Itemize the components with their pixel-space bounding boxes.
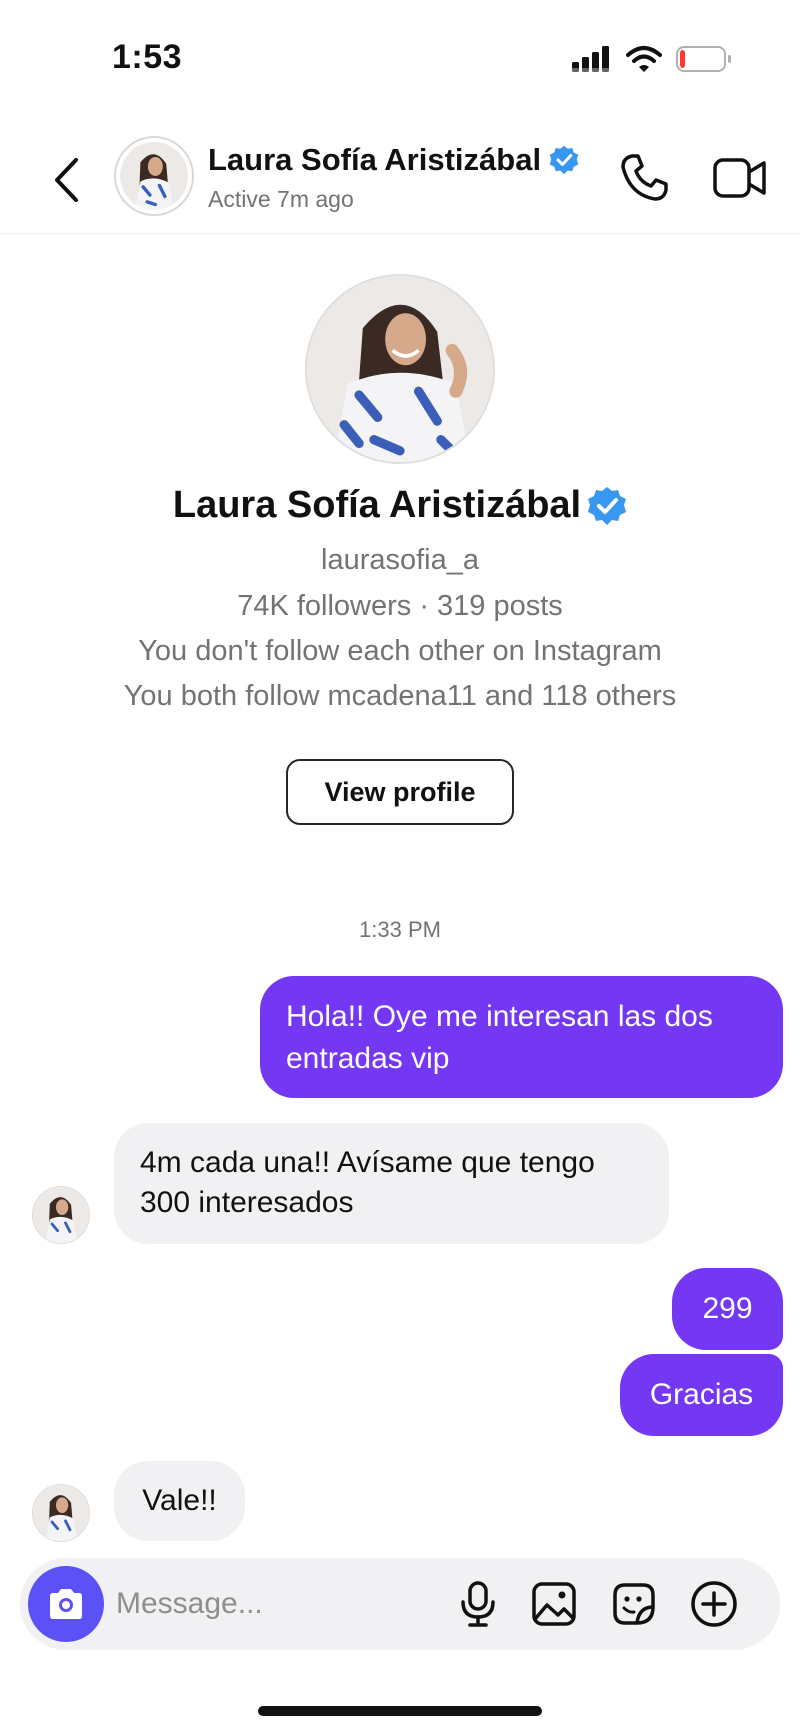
status-time: 1:53 [112, 38, 183, 76]
header-title[interactable]: Laura Sofía Aristizábal [208, 142, 579, 178]
camera-button[interactable] [28, 1566, 104, 1642]
voice-message-button[interactable] [452, 1578, 504, 1630]
sticker-icon [613, 1583, 655, 1625]
more-options-button[interactable] [688, 1578, 740, 1630]
profile-avatar[interactable] [305, 274, 495, 464]
view-profile-button[interactable]: View profile [286, 759, 514, 825]
gallery-button[interactable] [528, 1578, 580, 1630]
image-icon [532, 1582, 576, 1626]
mutual-followers: You both follow mcadena11 and 118 others [123, 680, 677, 712]
wifi-icon [626, 46, 662, 72]
message-bubble-incoming[interactable]: 4m cada una!! Avísame que tengo 300 inte… [114, 1123, 669, 1244]
message-bubble-outgoing[interactable]: Gracias [620, 1354, 783, 1436]
battery-low-icon [676, 46, 731, 72]
header-avatar[interactable] [114, 136, 194, 216]
verified-badge-icon [588, 486, 627, 525]
video-call-button[interactable] [712, 154, 768, 202]
profile-photo [33, 1187, 89, 1243]
message-bubble-outgoing[interactable]: 299 [672, 1268, 783, 1350]
status-bar: 1:53 [0, 0, 800, 110]
home-indicator [258, 1706, 542, 1716]
sticker-button[interactable] [608, 1578, 660, 1630]
message-input[interactable] [116, 1574, 446, 1634]
verified-badge-icon [549, 145, 579, 175]
video-camera-icon [713, 158, 766, 198]
chat-header: Laura Sofía Aristizábal Active 7m ago [0, 130, 800, 234]
profile-photo [120, 142, 188, 210]
profile-name-row: Laura Sofía Aristizábal [0, 484, 800, 527]
sender-avatar[interactable] [32, 1186, 90, 1244]
message-bubble-incoming[interactable]: Vale!! [114, 1461, 245, 1541]
profile-stats: 74K followers · 319 posts [237, 590, 563, 622]
profile-photo [307, 276, 493, 462]
plus-circle-icon [691, 1581, 737, 1627]
audio-call-button[interactable] [618, 152, 670, 204]
cellular-signal-icon [572, 46, 609, 72]
profile-username: laurasofia_a [321, 544, 479, 576]
microphone-icon [461, 1581, 495, 1627]
message-bubble-outgoing[interactable]: Hola!! Oye me interesan las dos entradas… [260, 976, 783, 1098]
sender-avatar[interactable] [32, 1484, 90, 1542]
chevron-left-icon [55, 158, 78, 202]
message-composer [20, 1558, 780, 1650]
profile-name: Laura Sofía Aristizábal [172, 484, 582, 526]
profile-photo [33, 1485, 89, 1541]
back-button[interactable] [46, 152, 86, 208]
follow-status: You don't follow each other on Instagram [138, 635, 662, 667]
active-status: Active 7m ago [208, 186, 354, 212]
camera-icon [50, 1589, 82, 1619]
phone-icon [621, 154, 668, 201]
message-timestamp: 1:33 PM [359, 917, 441, 942]
header-name: Laura Sofía Aristizábal [208, 142, 542, 177]
